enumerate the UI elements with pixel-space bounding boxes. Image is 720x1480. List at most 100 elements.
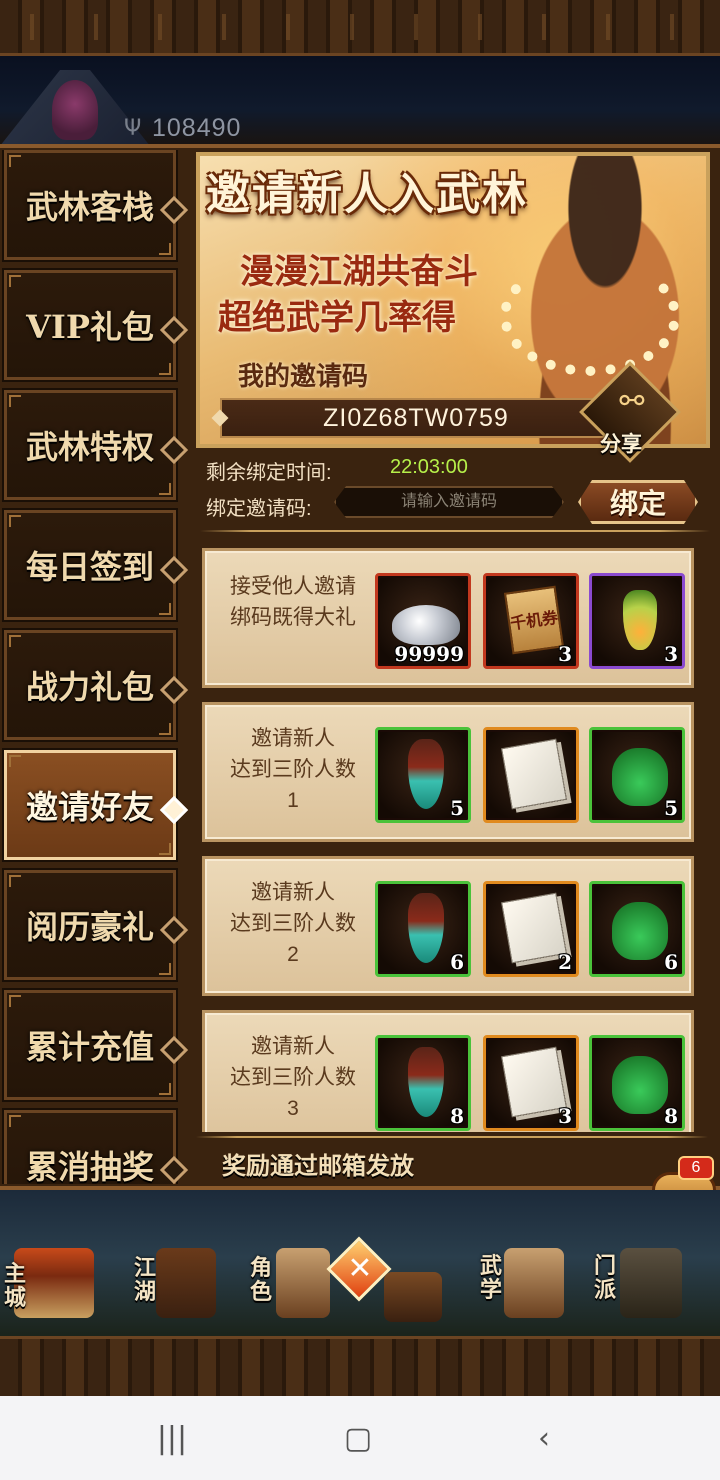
reward-slot[interactable]: 3 [589,573,685,669]
sidebar-item-spend-lottery[interactable]: 累消抽奖 [2,1108,178,1184]
nav-inventory[interactable] [380,1236,444,1336]
reward-card-tier-2: 邀请新人 达到三阶人数 2 6 2 6 [202,856,694,996]
reward-count: 6 [450,950,464,974]
sidebar-item-cumulative-recharge[interactable]: 累计充值 [2,988,178,1102]
reward-slot[interactable]: 8 [589,1035,685,1131]
remaining-time-label: 剩余绑定时间: [206,462,332,484]
reward-slot[interactable]: 2 [483,881,579,977]
manual-pages-icon [500,738,568,810]
back-icon[interactable]: ‹ [514,1418,574,1458]
nav-label: 角色 [250,1255,273,1305]
reward-slot[interactable]: 6 [375,881,471,977]
top-ornament-band [0,0,720,56]
home-glyph: ▢ [343,1420,373,1456]
reward-slot[interactable]: 99999 [375,573,471,669]
nav-label: 主城 [4,1261,27,1311]
reward-count: 5 [450,796,464,820]
sidebar-item-label: 累计充值 [25,1028,154,1066]
reward-condition-line: 接受他人邀请 [230,575,356,598]
reward-condition-line: 绑码既得大礼 [230,606,356,629]
reward-condition: 邀请新人 达到三阶人数 3 [213,1031,373,1124]
nav-jianghu[interactable]: 江湖 [128,1236,228,1336]
reward-count: 2 [558,950,572,974]
reward-count: 6 [664,950,678,974]
recent-apps-glyph: ||| [156,1420,188,1456]
reward-count: 3 [558,642,572,666]
reward-condition-line: 邀请新人 [251,1035,335,1058]
crossed-swords-icon[interactable]: ✕ [340,1246,380,1292]
back-glyph: ‹ [538,1420,550,1456]
banner-slogan-1: 漫漫江湖共奋斗 [240,252,478,292]
sidebar-item-daily-checkin[interactable]: 每日签到 [2,508,178,622]
banner-flag-icon [156,1248,216,1318]
section-divider [200,530,710,532]
bottom-ornament-band [0,1336,720,1396]
reward-slot[interactable]: 3 [483,1035,579,1131]
bind-button[interactable]: 绑定 [578,480,698,524]
nav-martial-arts[interactable]: 武学 [476,1236,576,1336]
reward-slot[interactable]: 5 [589,727,685,823]
sidebar-item-invite-friends[interactable]: 邀请好友 [2,748,178,862]
mail-delivery-note: 奖励通过邮箱发放 [222,1151,414,1180]
reward-list[interactable]: 接受他人邀请 绑码既得大礼 99999 千机券 3 3 邀请新人 达到三阶人数 … [198,544,702,1132]
recent-apps-icon[interactable]: ||| [142,1418,202,1458]
remaining-time-value: 22:03:00 [390,456,468,478]
reward-count: 8 [664,1104,678,1128]
reward-slot[interactable]: 5 [375,727,471,823]
sidebar-item-label: 武林特权 [25,428,154,466]
scroll-ticket-text: 千机券 [503,585,565,655]
nav-sect[interactable]: 门派 [590,1236,700,1336]
footer-divider [196,1136,708,1138]
reward-count: 8 [450,1104,464,1128]
sidebar-item-experience-gift[interactable]: 阅历豪礼 [2,868,178,982]
event-sidebar[interactable]: 武林客栈 VIP礼包 武林特权 每日签到 战力礼包 邀请好友 阅历豪礼 累计充值… [0,150,192,1184]
reward-slot[interactable]: 8 [375,1035,471,1131]
reward-condition-count: 3 [287,1097,299,1120]
home-icon[interactable]: ▢ [328,1418,388,1458]
reward-count: 3 [664,642,678,666]
combat-power-value: 108490 [152,114,242,142]
prayer-beads-decoration [500,256,680,376]
invite-code-display[interactable]: ZI0Z68TW0759 [220,398,612,438]
nav-character[interactable]: 角色 [246,1236,336,1336]
reward-condition: 接受他人邀请 绑码既得大礼 [213,571,373,633]
trident-icon: Ψ [124,116,142,141]
sidebar-item-label: 累消抽奖 [25,1148,154,1184]
banner-title: 邀请新人入武林 [206,169,528,220]
sidebar-item-label: 战力礼包 [25,668,154,706]
scroll-bag-icon [276,1248,330,1318]
sidebar-item-label: VIP礼包 [26,308,154,346]
reward-condition-line: 达到三阶人数 [230,912,356,935]
sidebar-item-label: 阅历豪礼 [25,908,154,946]
sidebar-item-inn[interactable]: 武林客栈 [2,150,178,262]
sidebar-item-label: 每日签到 [25,548,154,586]
reward-condition-line: 邀请新人 [251,727,335,750]
avatar[interactable] [52,80,98,140]
sidebar-item-privilege[interactable]: 武林特权 [2,388,178,502]
reward-card-tier-1: 邀请新人 达到三阶人数 1 5 5 [202,702,694,842]
invite-code-value: ZI0Z68TW0759 [323,403,509,432]
invite-code-input[interactable] [334,486,564,518]
book-scroll-icon [504,1248,564,1318]
reward-card-accept-invite: 接受他人邀请 绑码既得大礼 99999 千机券 3 3 [202,548,694,688]
reward-condition-line: 达到三阶人数 [230,1066,356,1089]
sidebar-item-vip-gift[interactable]: VIP礼包 [2,268,178,382]
reward-slot[interactable]: 6 [589,881,685,977]
reward-count: 5 [664,796,678,820]
nav-main-city[interactable]: 主城 [0,1236,100,1336]
bind-button-label: 绑定 [609,487,666,520]
reward-slot[interactable]: 千机券 3 [483,573,579,669]
sidebar-item-power-gift[interactable]: 战力礼包 [2,628,178,742]
banner-slogan-2: 超绝武学几率得 [218,298,456,338]
reward-condition-line: 达到三阶人数 [230,758,356,781]
share-nodes-icon: ⚯ [619,384,645,419]
reward-count: 3 [558,1104,572,1128]
invite-code-label: 我的邀请码 [238,362,369,392]
sidebar-item-label: 武林客栈 [25,188,154,226]
reward-count: 99999 [394,642,464,666]
nav-label: 武学 [480,1253,503,1303]
nav-label: 门派 [594,1253,617,1303]
reward-condition: 邀请新人 达到三阶人数 1 [213,723,373,816]
reward-slot[interactable] [483,727,579,823]
bind-code-label: 绑定邀请码: [206,498,312,520]
